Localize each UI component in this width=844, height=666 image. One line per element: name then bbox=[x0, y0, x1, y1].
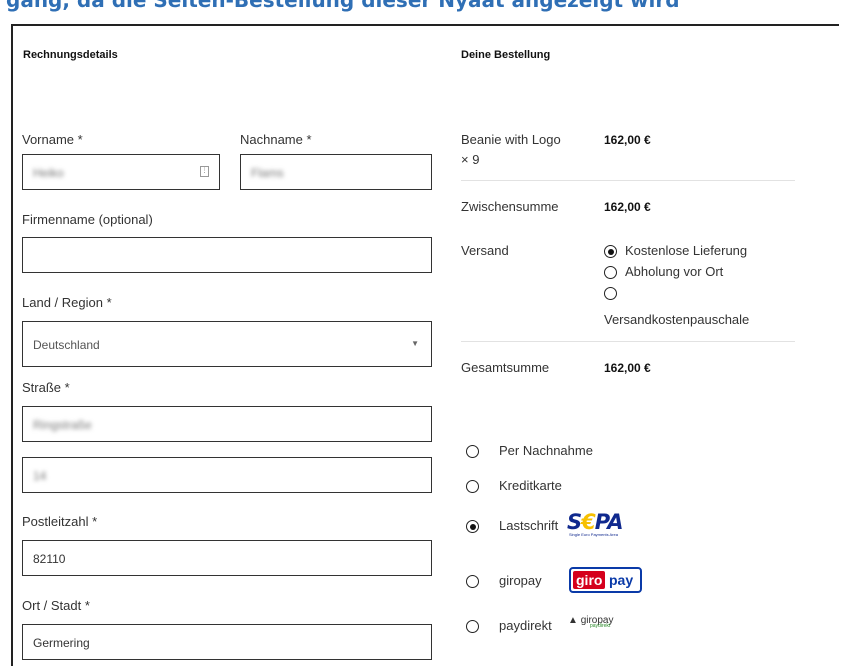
payment-radio-giropay[interactable] bbox=[466, 575, 479, 588]
street-2-value: 14 bbox=[33, 469, 47, 483]
sepa-logo: S€PA Single Euro Payments Area bbox=[567, 510, 623, 537]
postcode-field[interactable]: 82110 bbox=[22, 540, 432, 576]
top-banner: gang, da die Seiten-Bestellung dieser Ny… bbox=[0, 0, 844, 24]
street-value: Ringstraße bbox=[33, 418, 92, 432]
product-name: Beanie with Logo bbox=[461, 132, 561, 147]
autofill-card-icon[interactable]: ⋮ bbox=[200, 166, 209, 177]
payment-radio-sepa[interactable] bbox=[466, 520, 479, 533]
giropay-logo: giro pay bbox=[569, 567, 642, 593]
payment-radio-card[interactable] bbox=[466, 480, 479, 493]
subtotal-value: 162,00 € bbox=[604, 200, 651, 214]
shipping-option-flat: Versandkostenpauschale bbox=[604, 312, 750, 327]
country-select[interactable]: Deutschland ▼ bbox=[22, 321, 432, 367]
last-name-value: Flams bbox=[251, 166, 284, 180]
postcode-label: Postleitzahl * bbox=[22, 514, 98, 529]
street-2-field[interactable]: 14 bbox=[22, 457, 432, 493]
payment-radio-cod[interactable] bbox=[466, 445, 479, 458]
shipping-radio-pickup[interactable] bbox=[604, 266, 617, 279]
shipping-option-pickup: Abholung vor Ort bbox=[625, 264, 724, 279]
total-value: 162,00 € bbox=[604, 361, 651, 375]
street-field[interactable]: Ringstraße bbox=[22, 406, 432, 442]
last-name-label: Nachname * bbox=[240, 132, 312, 147]
postcode-value: 82110 bbox=[33, 552, 66, 566]
billing-heading: Rechnungsdetails bbox=[23, 49, 118, 61]
total-label: Gesamtsumme bbox=[461, 360, 550, 375]
city-value: Germering bbox=[33, 636, 90, 650]
divider bbox=[461, 341, 795, 342]
divider bbox=[461, 180, 795, 181]
payment-label-card: Kreditkarte bbox=[499, 478, 562, 493]
last-name-field[interactable]: Flams bbox=[240, 154, 432, 190]
company-label: Firmenname (optional) bbox=[22, 212, 153, 227]
payment-radio-paydirekt[interactable] bbox=[466, 620, 479, 633]
shipping-radio-free[interactable] bbox=[604, 245, 617, 258]
product-qty: × 9 bbox=[461, 152, 480, 167]
product-price: 162,00 € bbox=[604, 133, 651, 147]
top-banner-text: gang, da die Seiten-Bestellung dieser Ny… bbox=[6, 0, 680, 12]
payment-label-paydirekt: paydirekt bbox=[499, 618, 552, 633]
chevron-down-icon: ▼ bbox=[411, 339, 419, 348]
order-heading: Deine Bestellung bbox=[461, 49, 551, 61]
first-name-label: Vorname * bbox=[22, 132, 83, 147]
shipping-label: Versand bbox=[461, 243, 509, 258]
city-field[interactable]: Germering bbox=[22, 624, 432, 660]
payment-label-cod: Per Nachnahme bbox=[499, 443, 593, 458]
subtotal-label: Zwischensumme bbox=[461, 199, 559, 214]
city-label: Ort / Stadt * bbox=[22, 598, 90, 613]
country-value: Deutschland bbox=[33, 338, 100, 352]
company-field[interactable] bbox=[22, 237, 432, 273]
paydirekt-logo: ▲ giropay paydirekt bbox=[568, 615, 614, 629]
street-label: Straße * bbox=[22, 380, 70, 395]
payment-label-sepa: Lastschrift bbox=[499, 518, 559, 533]
shipping-option-free: Kostenlose Lieferung bbox=[625, 243, 748, 258]
shipping-radio-flat[interactable] bbox=[604, 287, 617, 300]
payment-label-giropay: giropay bbox=[499, 573, 542, 588]
first-name-field[interactable]: Heiko ⋮ bbox=[22, 154, 220, 190]
country-label: Land / Region * bbox=[22, 295, 112, 310]
first-name-value: Heiko bbox=[33, 166, 64, 180]
